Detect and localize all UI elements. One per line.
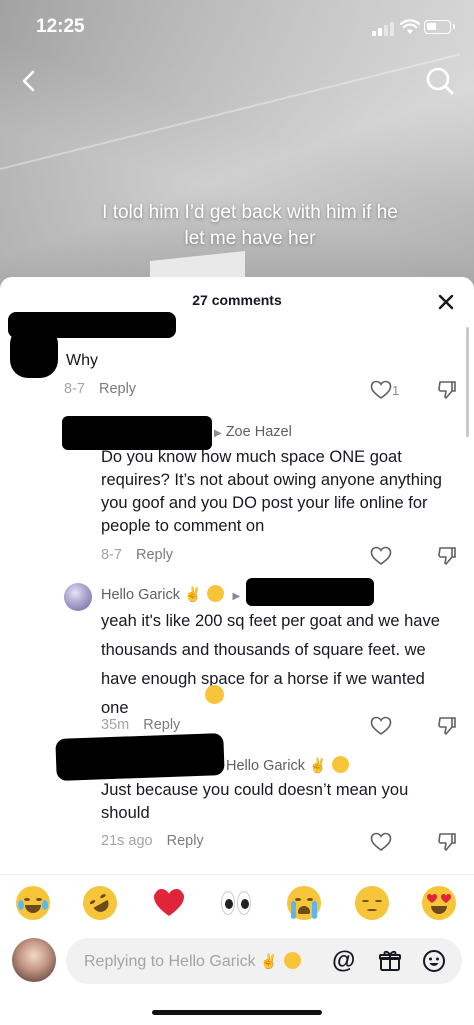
face-with-tears-of-joy-icon[interactable]: [16, 886, 50, 920]
smiling-face-icon: [332, 756, 350, 773]
emoji-picker-icon[interactable]: [422, 949, 446, 973]
close-button[interactable]: [432, 288, 460, 316]
reply-to-username: Hello Garick: [226, 758, 305, 774]
comment-date: 35m: [101, 717, 130, 733]
red-heart-icon[interactable]: [152, 886, 186, 920]
comment-date: 8-7: [64, 381, 85, 397]
heart-eyes-face-icon[interactable]: [422, 886, 456, 920]
heart-icon[interactable]: [370, 832, 392, 852]
home-indicator[interactable]: [152, 1010, 322, 1015]
comments-count: 27 comments: [192, 292, 282, 308]
smiling-face-icon: [283, 952, 301, 969]
comment-username[interactable]: Hello Garick ✌ ▶: [101, 585, 240, 603]
loudly-crying-face-icon[interactable]: [287, 886, 321, 920]
input-placeholder: Replying to Hello Garick ✌: [84, 952, 301, 971]
comment-date: 21s ago: [101, 833, 153, 849]
comment-text: Do you know how much space ONE goat requ…: [101, 448, 442, 535]
smiling-face-icon: [207, 585, 225, 602]
dislike-icon[interactable]: [436, 831, 458, 853]
comment-input[interactable]: Replying to Hello Garick ✌ @: [66, 938, 462, 984]
avatar[interactable]: [64, 583, 92, 611]
search-button[interactable]: [424, 64, 456, 98]
reply-to-label: ▶ Zoe Hazel: [214, 424, 292, 440]
like-count: 1: [392, 383, 400, 398]
my-avatar[interactable]: [12, 938, 56, 982]
heart-icon[interactable]: [370, 716, 392, 736]
victory-hand-icon: ✌: [309, 757, 327, 773]
dislike-icon[interactable]: [436, 715, 458, 737]
battery-icon: [424, 20, 455, 34]
heart-icon[interactable]: [370, 380, 392, 400]
comment-date: 8-7: [101, 547, 122, 563]
redacted-username: [55, 733, 225, 781]
reply-arrow-icon: ▶: [214, 428, 222, 439]
victory-hand-icon: ✌: [260, 953, 278, 969]
redacted-avatar: [10, 326, 58, 378]
rolling-on-floor-laughing-icon: [205, 685, 224, 704]
signal-icon: [372, 22, 394, 36]
wifi-icon: [400, 19, 420, 34]
dislike-icon[interactable]: [436, 545, 458, 567]
username-text: Hello Garick: [101, 587, 180, 603]
status-bar: 12:25: [0, 0, 474, 52]
reply-to-username: Zoe Hazel: [225, 424, 292, 440]
heart-icon[interactable]: [370, 546, 392, 566]
comment-meta: 8-7 Reply: [64, 381, 136, 397]
reply-button[interactable]: Reply: [143, 717, 180, 733]
comment-meta: 35m Reply: [101, 717, 180, 733]
close-icon: [438, 294, 454, 310]
eyes-icon[interactable]: [219, 886, 253, 920]
comment-text: yeah it's like 200 sq feet per goat and …: [101, 612, 440, 717]
pensive-face-icon[interactable]: [355, 886, 389, 920]
input-placeholder-text: Replying to Hello Garick: [84, 953, 256, 970]
comment-text: Just because you could doesn’t mean you …: [101, 781, 409, 822]
redacted-username: [246, 578, 374, 606]
comment-input-row: Replying to Hello Garick ✌ @: [0, 930, 474, 990]
dislike-icon[interactable]: [436, 379, 458, 401]
rolling-on-floor-laughing-icon[interactable]: [76, 879, 124, 927]
comment-meta: 21s ago Reply: [101, 833, 204, 849]
scrollbar[interactable]: [466, 327, 469, 437]
at-sign-icon: @: [332, 947, 356, 974]
search-icon: [426, 67, 454, 95]
reply-button[interactable]: Reply: [99, 381, 136, 397]
reply-arrow-icon: ▶: [232, 591, 241, 602]
mention-button[interactable]: @: [332, 949, 356, 973]
comment-text: Why: [66, 352, 98, 369]
video-caption: I told him I’d get back with him if he l…: [102, 202, 398, 249]
reply-to-label: Hello Garick ✌: [226, 756, 350, 774]
redacted-username: [62, 416, 212, 450]
reply-button[interactable]: Reply: [167, 833, 204, 849]
gift-icon[interactable]: [378, 949, 402, 973]
chevron-left-icon: [22, 70, 35, 92]
comment-meta: 8-7 Reply: [101, 547, 173, 563]
reply-button[interactable]: Reply: [136, 547, 173, 563]
back-button[interactable]: [14, 64, 44, 98]
status-time: 12:25: [36, 16, 85, 37]
quick-emoji-bar: [0, 879, 474, 930]
comments-divider: [0, 874, 474, 875]
victory-hand-icon: ✌: [184, 586, 202, 602]
